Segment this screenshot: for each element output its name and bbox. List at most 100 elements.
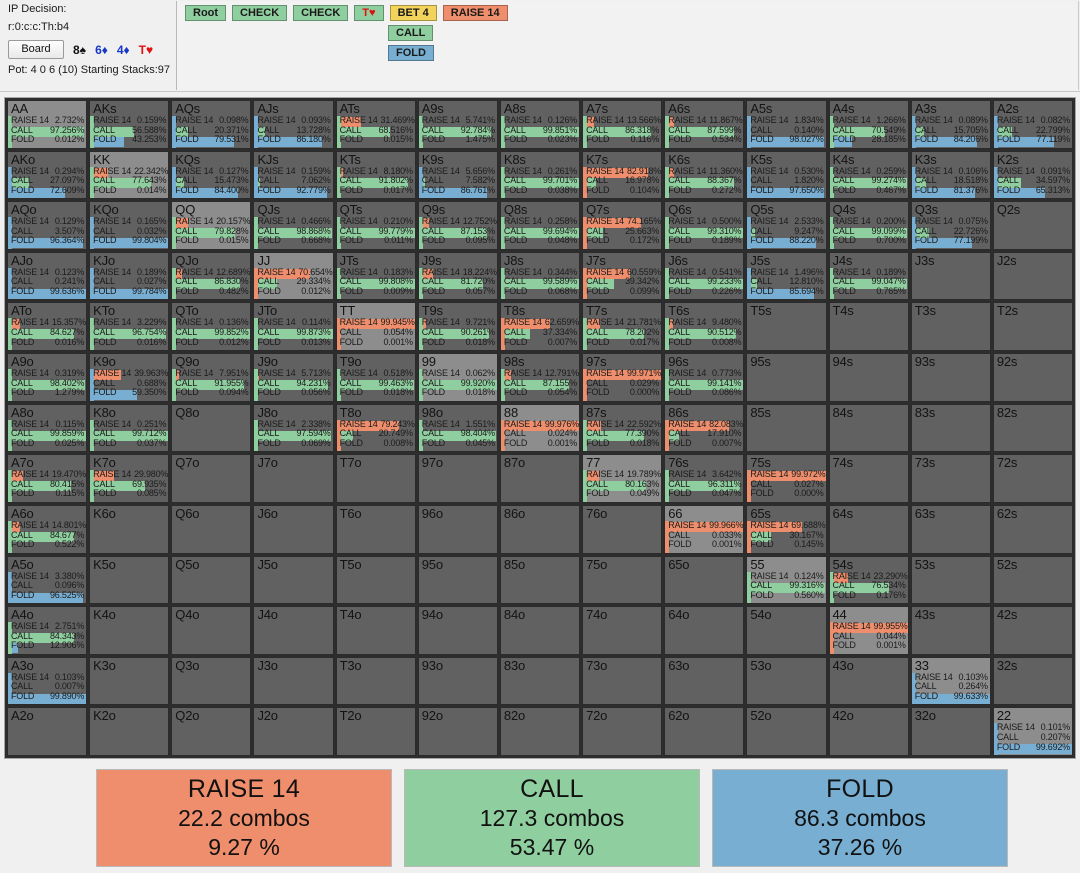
- range-cell-TT[interactable]: TT RAISE 14 99.945% CALL 0.054% FOLD 0.001%: [335, 302, 416, 352]
- range-cell-65s[interactable]: 65s RAISE 14 69.688% CALL 30.167% FOLD 0.145%: [746, 504, 827, 554]
- range-cell-K3o[interactable]: K3o: [89, 656, 170, 706]
- range-cell-Q6s[interactable]: Q6s RAISE 14 0.500% CALL 99.310% FOLD 0.189%: [664, 201, 745, 250]
- range-cell-A7s[interactable]: A7s RAISE 14 13.566% CALL 86.318% FOLD 0.116%: [582, 100, 663, 149]
- range-cell-K8s[interactable]: K8s RAISE 14 0.261% CALL 99.701% FOLD 0.038%: [499, 150, 581, 200]
- range-cell-K5o[interactable]: K5o: [89, 555, 170, 605]
- range-cell-A7o[interactable]: A7o RAISE 14 19.470% CALL 80.415% FOLD 0.115%: [7, 454, 88, 503]
- tree-node-fold[interactable]: FOLD: [388, 45, 434, 61]
- range-cell-K7s[interactable]: K7s RAISE 14 82.918% CALL 16.978% FOLD 0.104%: [582, 150, 663, 200]
- range-cell-QTo[interactable]: QTo RAISE 14 0.136% CALL 99.852% FOLD 0.012%: [171, 302, 252, 352]
- range-cell-QQ[interactable]: QQ RAISE 14 20.157% CALL 79.828% FOLD 0.015%: [171, 201, 252, 250]
- range-cell-94o[interactable]: 94o: [417, 606, 498, 655]
- range-cell-T2o[interactable]: T2o: [335, 707, 416, 756]
- range-cell-K3s[interactable]: K3s RAISE 14 0.106% CALL 18.518% FOLD 81.376%: [910, 150, 991, 200]
- range-cell-AQs[interactable]: AQs RAISE 14 0.098% CALL 20.371% FOLD 79.531%: [171, 100, 252, 149]
- range-cell-72s[interactable]: 72s: [992, 454, 1073, 503]
- range-cell-Q4o[interactable]: Q4o: [171, 606, 252, 655]
- range-cell-AJo[interactable]: AJo RAISE 14 0.123% CALL 0.241% FOLD 99.636%: [7, 251, 88, 301]
- range-cell-82o[interactable]: 82o: [499, 707, 581, 756]
- range-cell-T6o[interactable]: T6o: [335, 504, 416, 554]
- range-cell-AKs[interactable]: AKs RAISE 14 0.159% CALL 56.588% FOLD 43.253%: [89, 100, 170, 149]
- range-cell-98o[interactable]: 98o RAISE 14 1.551% CALL 98.404% FOLD 0.045%: [417, 403, 498, 453]
- range-cell-87o[interactable]: 87o: [499, 454, 581, 503]
- range-cell-T4s[interactable]: T4s: [828, 302, 909, 352]
- range-cell-K4s[interactable]: K4s RAISE 14 0.259% CALL 99.274% FOLD 0.467%: [828, 150, 909, 200]
- range-cell-A8s[interactable]: A8s RAISE 14 0.126% CALL 99.851% FOLD 0.023%: [499, 100, 581, 149]
- range-cell-A9s[interactable]: A9s RAISE 14 5.741% CALL 92.784% FOLD 1.475%: [417, 100, 498, 149]
- range-cell-T7s[interactable]: T7s RAISE 14 21.781% CALL 78.202% FOLD 0.017%: [582, 302, 663, 352]
- range-cell-J2s[interactable]: J2s: [992, 251, 1073, 301]
- range-cell-K2o[interactable]: K2o: [89, 707, 170, 756]
- range-cell-86o[interactable]: 86o: [499, 504, 581, 554]
- range-cell-A3o[interactable]: A3o RAISE 14 0.103% CALL 0.007% FOLD 99.890%: [7, 656, 88, 706]
- range-cell-93o[interactable]: 93o: [417, 656, 498, 706]
- range-cell-Q8o[interactable]: Q8o: [171, 403, 252, 453]
- range-cell-99[interactable]: 99 RAISE 14 0.062% CALL 99.920% FOLD 0.018%: [417, 353, 498, 402]
- range-cell-96o[interactable]: 96o: [417, 504, 498, 554]
- range-cell-A9o[interactable]: A9o RAISE 14 0.319% CALL 98.402% FOLD 1.279%: [7, 353, 88, 402]
- range-cell-J2o[interactable]: J2o: [253, 707, 334, 756]
- range-cell-A2o[interactable]: A2o: [7, 707, 88, 756]
- range-cell-Q7o[interactable]: Q7o: [171, 454, 252, 503]
- range-cell-K9o[interactable]: K9o RAISE 14 39.963% CALL 0.688% FOLD 59.350%: [89, 353, 170, 402]
- range-cell-AJs[interactable]: AJs RAISE 14 0.093% CALL 13.728% FOLD 86.180%: [253, 100, 334, 149]
- range-cell-Q2s[interactable]: Q2s: [992, 201, 1073, 250]
- range-cell-Q8s[interactable]: Q8s RAISE 14 0.258% CALL 99.694% FOLD 0.048%: [499, 201, 581, 250]
- range-cell-Q7s[interactable]: Q7s RAISE 14 74.165% CALL 25.663% FOLD 0.172%: [582, 201, 663, 250]
- range-cell-T5o[interactable]: T5o: [335, 555, 416, 605]
- range-cell-74s[interactable]: 74s: [828, 454, 909, 503]
- range-cell-92o[interactable]: 92o: [417, 707, 498, 756]
- range-cell-32s[interactable]: 32s: [992, 656, 1073, 706]
- range-cell-63s[interactable]: 63s: [910, 504, 991, 554]
- tree-node-check[interactable]: CHECK: [232, 5, 288, 21]
- range-cell-J6s[interactable]: J6s RAISE 14 0.541% CALL 99.233% FOLD 0.226%: [664, 251, 745, 301]
- range-cell-T4o[interactable]: T4o: [335, 606, 416, 655]
- range-cell-Q2o[interactable]: Q2o: [171, 707, 252, 756]
- range-cell-A6s[interactable]: A6s RAISE 14 11.867% CALL 87.599% FOLD 0.534%: [664, 100, 745, 149]
- tree-node-root[interactable]: Root: [185, 5, 227, 21]
- summary-raise-14[interactable]: RAISE 14 22.2 combos 9.27 %: [96, 769, 392, 867]
- range-cell-AQo[interactable]: AQo RAISE 14 0.129% CALL 3.507% FOLD 96.364%: [7, 201, 88, 250]
- range-cell-88[interactable]: 88 RAISE 14 99.976% CALL 0.024% FOLD 0.001%: [499, 403, 581, 453]
- range-cell-J4s[interactable]: J4s RAISE 14 0.189% CALL 99.047% FOLD 0.765%: [828, 251, 909, 301]
- range-cell-66[interactable]: 66 RAISE 14 99.966% CALL 0.033% FOLD 0.001%: [664, 504, 745, 554]
- range-cell-52o[interactable]: 52o: [746, 707, 827, 756]
- range-cell-63o[interactable]: 63o: [664, 656, 745, 706]
- range-cell-K6o[interactable]: K6o: [89, 504, 170, 554]
- range-cell-ATo[interactable]: ATo RAISE 14 15.357% CALL 84.627% FOLD 0.016%: [7, 302, 88, 352]
- range-cell-J7o[interactable]: J7o: [253, 454, 334, 503]
- range-cell-K2s[interactable]: K2s RAISE 14 0.091% CALL 34.597% FOLD 65.313%: [992, 150, 1073, 200]
- range-cell-44[interactable]: 44 RAISE 14 99.955% CALL 0.044% FOLD 0.001%: [828, 606, 909, 655]
- summary-fold[interactable]: FOLD 86.3 combos 37.26 %: [712, 769, 1008, 867]
- range-cell-Q3o[interactable]: Q3o: [171, 656, 252, 706]
- range-cell-22[interactable]: 22 RAISE 14 0.101% CALL 0.207% FOLD 99.692%: [992, 707, 1073, 756]
- range-cell-KQo[interactable]: KQo RAISE 14 0.165% CALL 0.032% FOLD 99.804%: [89, 201, 170, 250]
- range-cell-K6s[interactable]: K6s RAISE 14 11.360% CALL 88.367% FOLD 0.272%: [664, 150, 745, 200]
- range-grid[interactable]: AA RAISE 14 2.732% CALL 97.256% FOLD 0.012% AKs…: [7, 100, 1073, 756]
- range-cell-A4o[interactable]: A4o RAISE 14 2.751% CALL 84.343% FOLD 12.906%: [7, 606, 88, 655]
- range-cell-JTs[interactable]: JTs RAISE 14 0.183% CALL 99.808% FOLD 0.009%: [335, 251, 416, 301]
- range-cell-A6o[interactable]: A6o RAISE 14 14.801% CALL 84.677% FOLD 0.522%: [7, 504, 88, 554]
- range-cell-62s[interactable]: 62s: [992, 504, 1073, 554]
- range-cell-95o[interactable]: 95o: [417, 555, 498, 605]
- range-cell-J4o[interactable]: J4o: [253, 606, 334, 655]
- range-cell-A8o[interactable]: A8o RAISE 14 0.115% CALL 99.859% FOLD 0.025%: [7, 403, 88, 453]
- range-cell-43s[interactable]: 43s: [910, 606, 991, 655]
- range-cell-54o[interactable]: 54o: [746, 606, 827, 655]
- range-cell-J9s[interactable]: J9s RAISE 14 18.224% CALL 81.720% FOLD 0.057%: [417, 251, 498, 301]
- range-cell-95s[interactable]: 95s: [746, 353, 827, 402]
- range-cell-75o[interactable]: 75o: [582, 555, 663, 605]
- range-cell-KTs[interactable]: KTs RAISE 14 8.180% CALL 91.802% FOLD 0.017%: [335, 150, 416, 200]
- range-cell-84o[interactable]: 84o: [499, 606, 581, 655]
- range-cell-Q4s[interactable]: Q4s RAISE 14 0.200% CALL 99.099% FOLD 0.700%: [828, 201, 909, 250]
- range-cell-T8s[interactable]: T8s RAISE 14 62.659% CALL 37.334% FOLD 0.007%: [499, 302, 581, 352]
- range-cell-98s[interactable]: 98s RAISE 14 12.791% CALL 87.155% FOLD 0.054%: [499, 353, 581, 402]
- range-cell-64o[interactable]: 64o: [664, 606, 745, 655]
- range-cell-KQs[interactable]: KQs RAISE 14 0.127% CALL 15.473% FOLD 84.400%: [171, 150, 252, 200]
- range-cell-33[interactable]: 33 RAISE 14 0.103% CALL 0.264% FOLD 99.633%: [910, 656, 991, 706]
- range-cell-J8o[interactable]: J8o RAISE 14 2.338% CALL 97.594% FOLD 0.069%: [253, 403, 334, 453]
- range-cell-AKo[interactable]: AKo RAISE 14 0.294% CALL 27.097% FOLD 72.609%: [7, 150, 88, 200]
- range-cell-Q3s[interactable]: Q3s RAISE 14 0.075% CALL 22.726% FOLD 77.199%: [910, 201, 991, 250]
- range-cell-85o[interactable]: 85o: [499, 555, 581, 605]
- range-cell-T2s[interactable]: T2s: [992, 302, 1073, 352]
